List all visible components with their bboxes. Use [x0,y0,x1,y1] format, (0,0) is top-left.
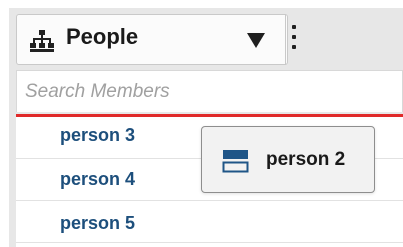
member-item-icon [222,150,249,173]
drag-ghost-item[interactable]: person 2 [201,126,375,193]
header-divider [285,14,286,65]
member-label: person 5 [60,213,136,233]
member-label: person 4 [60,169,136,189]
drag-ghost-label: person 2 [266,149,346,170]
people-hierarchy-icon [30,30,54,52]
kebab-menu-icon[interactable] [292,25,297,53]
dimension-selector-label: People [66,24,139,49]
list-item[interactable]: person 5 [16,201,403,243]
search-members-input[interactable] [16,70,403,112]
triangle-down-icon[interactable] [247,33,265,48]
member-label: person 3 [60,125,136,145]
